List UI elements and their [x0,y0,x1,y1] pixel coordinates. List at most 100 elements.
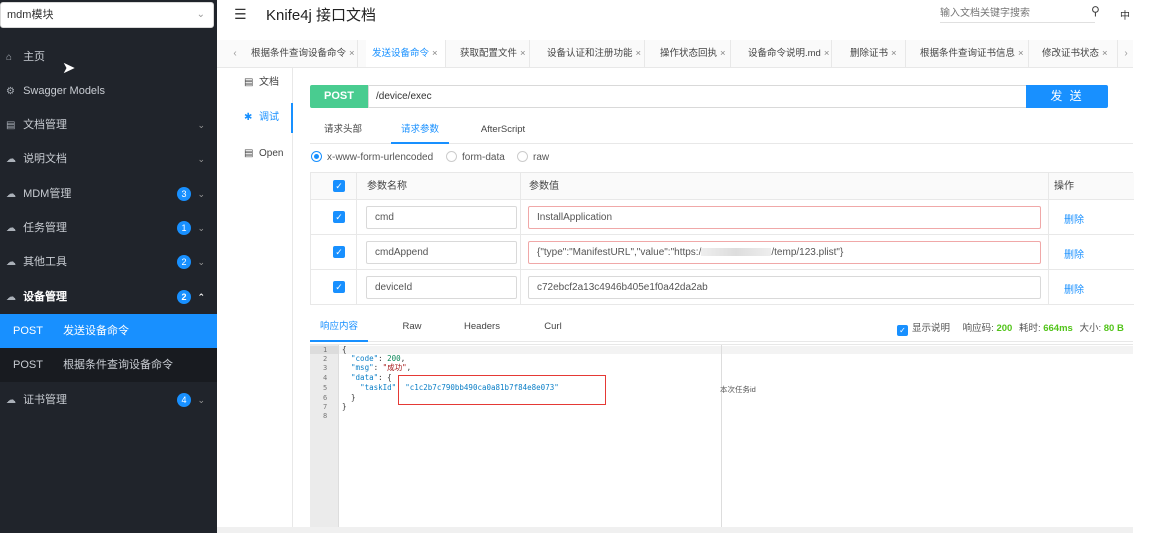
sidebar-item-tools[interactable]: ☁ 其他工具 2 ⌄ [0,245,217,279]
module-select-value: mdm模块 [7,9,54,21]
param-name-input[interactable]: cmd [366,206,517,229]
tab-delete-cert[interactable]: 删除证书 × [844,40,906,67]
doc-subnav: ▤ 文档 ✱ 调试 ▤ Open [217,68,293,533]
sidebar-item-task[interactable]: ☁ 任务管理 1 ⌄ [0,211,217,245]
url-input[interactable]: /device/exec [368,85,1027,108]
subnav-debug[interactable]: ✱ 调试 [217,103,293,133]
send-button[interactable]: 发 送 [1026,85,1108,108]
code-line: "data": { [351,373,392,382]
sidebar-item-cert[interactable]: ☁ 证书管理 4 ⌄ [0,383,217,417]
tab-modify-cert-status[interactable]: 修改证书状态 × [1036,40,1118,67]
radio-urlencoded[interactable]: x-www-form-urlencoded [311,151,433,163]
mouse-cursor-icon: ➤ [62,60,76,77]
row-checkbox[interactable]: ✓ [333,211,345,223]
sidebar-item-home[interactable]: ⌂ 主页 [0,40,217,74]
show-desc-checkbox[interactable]: ✓ [897,325,908,336]
delete-link[interactable]: 删除 [1064,246,1084,261]
search-input[interactable] [940,5,1095,23]
sidebar-item-label: 其他工具 [23,256,68,268]
response-editor[interactable]: 1 2 3 4 5 6 7 8 { "code": 200, "msg": "成… [310,344,1133,533]
tab-query-device-command[interactable]: 根据条件查询设备命令 × [245,40,358,67]
line-number: 7 [323,403,328,411]
sidebar-item-label: 设备管理 [23,291,68,303]
subnav-doc[interactable]: ▤ 文档 [217,68,293,98]
close-icon[interactable]: × [1018,48,1024,59]
close-icon[interactable]: × [636,48,642,59]
status-code-label: 响应码: [962,323,994,334]
radio-formdata[interactable]: form-data [446,151,505,163]
method-badge: POST [310,85,368,108]
tab-label: 获取配置文件 [460,48,518,59]
close-icon[interactable]: × [432,48,438,59]
tab-bar: ‹ 根据条件查询设备命令 × 发送设备命令 × 获取配置文件 × 设备认证和注册功能 ×… [217,40,1133,68]
cloud-icon: ☁ [6,395,16,406]
tab-scroll-right-icon[interactable]: › [1119,40,1133,67]
tab-after-script[interactable]: AfterScript [470,117,536,144]
tab-get-config[interactable]: 获取配置文件 × [454,40,530,67]
sidebar-subitem-query-command[interactable]: POST 根据条件查询设备命令 [0,348,217,382]
row-checkbox[interactable]: ✓ [333,246,345,258]
sidebar-item-swagger-models[interactable]: ⚙ Swagger Models [0,74,217,108]
close-icon[interactable]: × [824,48,830,59]
tab-response-content[interactable]: 响应内容 [310,316,368,342]
row-checkbox[interactable]: ✓ [333,281,345,293]
cloud-icon: ☁ [6,223,16,234]
column-divider [520,270,521,304]
cloud-icon: ☁ [6,154,16,165]
column-divider [1048,173,1049,199]
code-line: "code": 200, [351,354,406,363]
tab-command-md[interactable]: 设备命令说明.md × [742,40,832,67]
horizontal-scrollbar[interactable] [217,527,1133,533]
tab-label: 修改证书状态 [1042,48,1100,59]
search-icon[interactable]: ⚲ [1091,4,1100,18]
tab-device-auth[interactable]: 设备认证和注册功能 × [541,40,645,67]
column-divider [1048,200,1049,234]
param-value-input[interactable]: {"type":"ManifestURL","value":"https:/ /t… [528,241,1041,264]
param-value-input[interactable]: InstallApplication [528,206,1041,229]
module-select[interactable]: mdm模块 ⌄ [0,2,214,28]
sidebar-subitem-send-command[interactable]: POST 发送设备命令 [0,314,217,348]
tab-request-params[interactable]: 请求参数 [391,117,449,144]
radio-raw[interactable]: raw [517,151,549,163]
tab-response-headers[interactable]: Headers [458,316,506,342]
close-icon[interactable]: × [349,48,355,59]
delete-link[interactable]: 删除 [1064,211,1084,226]
column-divider [520,173,521,199]
menu-toggle-icon[interactable]: ☰ [234,6,247,23]
param-value-input[interactable]: c72ebcf2a13c4946b405e1f0a42da2ab [528,276,1041,299]
sidebar-item-mdm[interactable]: ☁ MDM管理 3 ⌄ [0,177,217,211]
table-header: ✓ 参数名称 参数值 操作 [311,173,1134,200]
param-name-input[interactable]: cmdAppend [366,241,517,264]
tab-request-headers[interactable]: 请求头部 [314,117,372,144]
language-switch[interactable]: 中 [1120,7,1130,22]
count-badge: 2 [177,255,191,269]
close-icon[interactable]: × [1102,48,1108,59]
tab-send-device-command[interactable]: 发送设备命令 × [366,40,446,67]
delete-link[interactable]: 删除 [1064,281,1084,296]
count-badge: 3 [177,187,191,201]
response-meta: ✓ 显示说明 响应码: 200 耗时: 664ms 大小: 80 B [897,320,1124,336]
tab-query-cert[interactable]: 根据条件查询证书信息 × [914,40,1029,67]
radio-dot [446,151,457,162]
line-number: 6 [323,394,328,402]
sidebar-item-device[interactable]: ☁ 设备管理 2 ⌃ [0,280,217,314]
tab-response-raw[interactable]: Raw [392,316,432,342]
close-icon[interactable]: × [520,48,526,59]
tab-response-curl[interactable]: Curl [533,316,573,342]
column-header-name: 参数名称 [367,181,407,192]
close-icon[interactable]: × [891,48,897,59]
sidebar-item-doc-manage[interactable]: ▤ 文档管理 ⌄ [0,108,217,142]
active-line-highlight [339,346,1133,354]
close-icon[interactable]: × [720,48,726,59]
param-name-input[interactable]: deviceId [366,276,517,299]
table-row: ✓ cmd InstallApplication 删除 [311,200,1134,235]
tab-status-receipt[interactable]: 操作状态回执 × [654,40,731,67]
select-all-checkbox[interactable]: ✓ [333,180,345,192]
sidebar-item-explain-doc[interactable]: ☁ 说明文档 ⌄ [0,142,217,176]
time-label: 耗时: [1018,323,1041,334]
tab-scroll-left-icon[interactable]: ‹ [228,40,242,67]
subnav-open[interactable]: ▤ Open [217,139,293,169]
chevron-down-icon: ⌄ [197,120,205,130]
sidebar-item-label: 文档管理 [23,119,68,131]
sidebar-item-label: 主页 [23,51,46,63]
